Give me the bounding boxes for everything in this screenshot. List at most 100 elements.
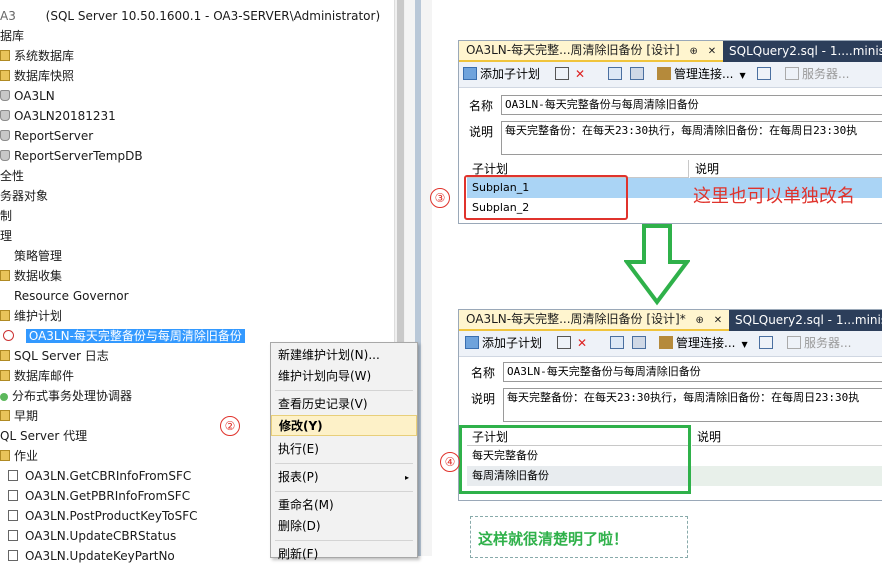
folder-icon — [0, 310, 10, 321]
report-button[interactable] — [757, 66, 774, 83]
menu-plan-wizard[interactable]: 维护计划向导(W) — [271, 366, 417, 387]
dtc-icon — [0, 393, 8, 401]
menu-view-history[interactable]: 查看历史记录(V) — [271, 394, 417, 415]
rename-hint: 这里也可以单独改名 — [693, 186, 855, 207]
menu-modify[interactable]: 修改(Y) — [271, 415, 417, 436]
tree-item-job[interactable]: OA3LN.GetPBRInfoFromSFC — [0, 486, 190, 506]
schedule-button[interactable] — [632, 335, 649, 352]
tree-item-oa3ln-2018[interactable]: OA3LN20181231 — [0, 106, 116, 126]
delete-button[interactable]: ✕ — [575, 66, 585, 83]
tree-item-job[interactable]: OA3LN.PostProductKeyToSFC — [0, 506, 198, 526]
tab-sqlquery[interactable]: SQLQuery2.sql - 1...ministr — [735, 310, 882, 331]
add-subplan-button[interactable]: 添加子计划 — [465, 335, 542, 352]
tree-item-dtc[interactable]: 分布式事务处理协调器 — [0, 386, 132, 406]
database-icon — [0, 150, 10, 161]
dropdown-arrow-icon: ▼ — [741, 340, 748, 349]
tree-item-server-objects[interactable]: 务器对象 — [0, 186, 48, 206]
tree-item-reportserver[interactable]: ReportServer — [0, 126, 93, 146]
pin-icon[interactable]: ⊕ — [696, 315, 704, 326]
tree-item-policy[interactable]: 策略管理 — [0, 246, 62, 266]
server-node[interactable]: A3 (SQL Server 10.50.1600.1 - OA3-SERVER… — [0, 6, 380, 26]
add-subplan-button[interactable]: 添加子计划 — [463, 66, 540, 83]
delete-button[interactable]: ✕ — [577, 335, 587, 352]
close-icon[interactable]: ✕ — [714, 315, 722, 326]
dropdown-arrow-icon: ▼ — [739, 71, 746, 80]
add-subplan-icon — [463, 67, 477, 80]
col-desc[interactable]: 说明 — [690, 160, 882, 178]
tree-item-reportserver-temp[interactable]: ReportServerTempDB — [0, 146, 143, 166]
manage-connections-button[interactable]: 管理连接... ▼ — [659, 335, 748, 352]
tab-sqlquery[interactable]: SQLQuery2.sql - 1....ministr — [729, 41, 882, 62]
close-icon[interactable]: ✕ — [708, 46, 716, 57]
edit-button[interactable] — [557, 335, 574, 352]
tree-item-legacy[interactable]: 早期 — [0, 406, 38, 426]
tree-item-oa3ln[interactable]: OA3LN — [0, 86, 55, 106]
tree-item-job[interactable]: OA3LN.UpdateCBRStatus — [0, 526, 176, 546]
name-label: 名称 — [471, 366, 496, 380]
servers-button[interactable]: 服务器... — [785, 66, 849, 83]
tree-item-jobs[interactable]: 作业 — [0, 446, 38, 466]
edit-icon — [557, 336, 571, 349]
servers-button[interactable]: 服务器... — [787, 335, 851, 352]
subplan-row-desc[interactable] — [689, 466, 882, 486]
tree-item-db-snapshot[interactable]: 数据库快照 — [0, 66, 74, 86]
edit-icon — [555, 67, 569, 80]
menu-rename[interactable]: 重命名(M) — [271, 495, 417, 516]
grid-button[interactable] — [608, 66, 625, 83]
manage-connections-button[interactable]: 管理连接... ▼ — [657, 66, 746, 83]
menu-execute[interactable]: 执行(E) — [271, 439, 417, 460]
tree-item-job[interactable]: OA3LN.UpdateKeyPartNo — [0, 546, 175, 566]
server-icon — [787, 336, 801, 349]
server-icon — [785, 67, 799, 80]
name-field[interactable]: OA3LN-每天完整备份与每周清除旧备份 — [501, 95, 882, 115]
schedule-button[interactable] — [630, 66, 647, 83]
result-hint: 这样就很清楚明了啦！ — [478, 530, 629, 548]
tree-item-resource-governor[interactable]: Resource Governor — [0, 286, 129, 306]
server-label: (SQL Server 10.50.1600.1 - OA3-SERVER\Ad… — [45, 9, 381, 23]
calendar-icon — [630, 67, 644, 80]
tab-design[interactable]: OA3LN-每天完整...周清除旧备份 [设计] ⊕ ✕ — [459, 41, 723, 62]
tree-item-sql-agent[interactable]: QL Server 代理 — [0, 426, 87, 446]
tree-item-replication[interactable]: 制 — [0, 206, 12, 226]
job-icon — [8, 470, 18, 481]
menu-separator — [275, 463, 413, 464]
highlight-box-green — [459, 425, 691, 494]
tree-item-job[interactable]: OA3LN.GetCBRInfoFromSFC — [0, 466, 191, 486]
report-button[interactable] — [759, 335, 776, 352]
database-icon — [0, 110, 10, 121]
folder-icon — [0, 290, 10, 301]
designer-toolbar: 添加子计划 ✕ 管理连接... ▼ 服务器... — [459, 331, 882, 357]
menu-delete[interactable]: 删除(D) — [271, 516, 417, 537]
tree-item-system-db[interactable]: 系统数据库 — [0, 46, 74, 66]
calendar-icon — [632, 336, 646, 349]
job-icon — [8, 510, 18, 521]
delete-icon: ✕ — [575, 67, 586, 81]
tree-item-maint-plans[interactable]: 维护计划 — [0, 306, 62, 326]
desc-field[interactable]: 每天完整备份：在每天23:30执行，每周清除旧备份：在每周日23:30执 — [503, 388, 882, 422]
tree-item-databases[interactable]: 据库 — [0, 26, 24, 46]
server-prefix: A3 — [0, 9, 16, 23]
folder-icon — [0, 410, 10, 421]
tree-item-db-mail[interactable]: 数据库邮件 — [0, 366, 74, 386]
edit-button[interactable] — [555, 66, 572, 83]
tree-item-sql-log[interactable]: SQL Server 日志 — [0, 346, 109, 366]
col-desc[interactable]: 说明 — [692, 428, 882, 446]
tree-item-management[interactable]: 理 — [0, 226, 12, 246]
tree-item-maint-plan-selected[interactable]: OA3LN-每天完整备份与每周清除旧备份 — [0, 326, 245, 346]
desc-field[interactable]: 每天完整备份：在每天23:30执行，每周清除旧备份：在每周日23:30执 — [501, 121, 882, 155]
menu-reports[interactable]: 报表(P) ▸ — [271, 467, 417, 488]
tree-item-security[interactable]: 全性 — [0, 166, 24, 186]
down-arrow-icon — [624, 224, 690, 306]
step-marker-3: ③ — [430, 188, 450, 208]
tree-item-data-collection[interactable]: 数据收集 — [0, 266, 62, 286]
tab-bar: OA3LN-每天完整...周清除旧备份 [设计]* ⊕ ✕ SQLQuery2.… — [459, 310, 882, 331]
context-menu: 新建维护计划(N)... 维护计划向导(W) 查看历史记录(V) 修改(Y) 执… — [270, 342, 418, 561]
menu-refresh[interactable]: 刷新(F) — [271, 544, 417, 565]
folder-icon — [0, 450, 10, 461]
menu-new-plan[interactable]: 新建维护计划(N)... — [271, 345, 417, 366]
grid-button[interactable] — [610, 335, 627, 352]
name-field[interactable]: OA3LN-每天完整备份与每周清除旧备份 — [503, 362, 882, 382]
tab-design[interactable]: OA3LN-每天完整...周清除旧备份 [设计]* ⊕ ✕ — [459, 310, 729, 331]
menu-separator — [275, 390, 413, 391]
pin-icon[interactable]: ⊕ — [690, 46, 698, 57]
